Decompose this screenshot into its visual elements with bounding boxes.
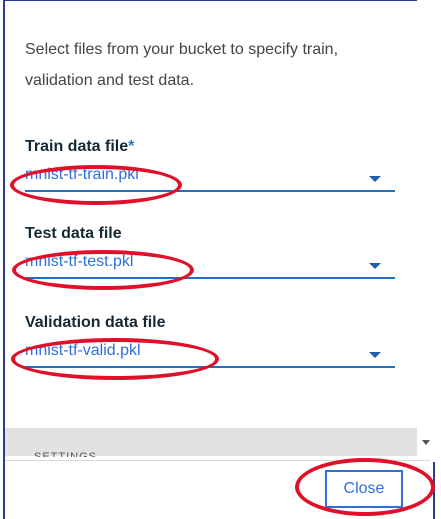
test-data-field: Test data file mnist-tf-test.pkl	[25, 225, 395, 279]
test-data-select[interactable]: mnist-tf-test.pkl	[25, 249, 395, 279]
footer-divider	[5, 460, 430, 461]
required-marker: *	[128, 138, 135, 155]
caret-down-icon[interactable]	[369, 176, 381, 182]
train-data-value: mnist-tf-train.pkl	[25, 166, 139, 183]
train-data-field: Train data file* mnist-tf-train.pkl	[25, 138, 395, 192]
scrollbar[interactable]	[417, 0, 435, 462]
test-data-value: mnist-tf-test.pkl	[25, 253, 134, 270]
validation-data-value: mnist-tf-valid.pkl	[25, 342, 141, 359]
caret-down-icon[interactable]	[369, 263, 381, 269]
validation-data-label: Validation data file	[25, 314, 166, 331]
train-data-label-text: Train data file	[25, 138, 129, 155]
validation-data-select[interactable]: mnist-tf-valid.pkl	[25, 338, 395, 368]
caret-down-icon[interactable]	[369, 352, 381, 358]
scroll-thumb[interactable]	[421, 0, 431, 400]
train-data-label: Train data file*	[25, 138, 395, 156]
settings-section-label: SETTINGS	[34, 452, 97, 457]
instructions-text: Select files from your bucket to specify…	[25, 41, 339, 89]
validation-data-field: Validation data file mnist-tf-valid.pkl	[25, 314, 395, 368]
test-data-label: Test data file	[25, 225, 122, 242]
train-data-select[interactable]: mnist-tf-train.pkl	[25, 162, 395, 192]
close-button[interactable]: Close	[325, 470, 403, 508]
scroll-down-arrow-icon[interactable]	[422, 440, 430, 445]
